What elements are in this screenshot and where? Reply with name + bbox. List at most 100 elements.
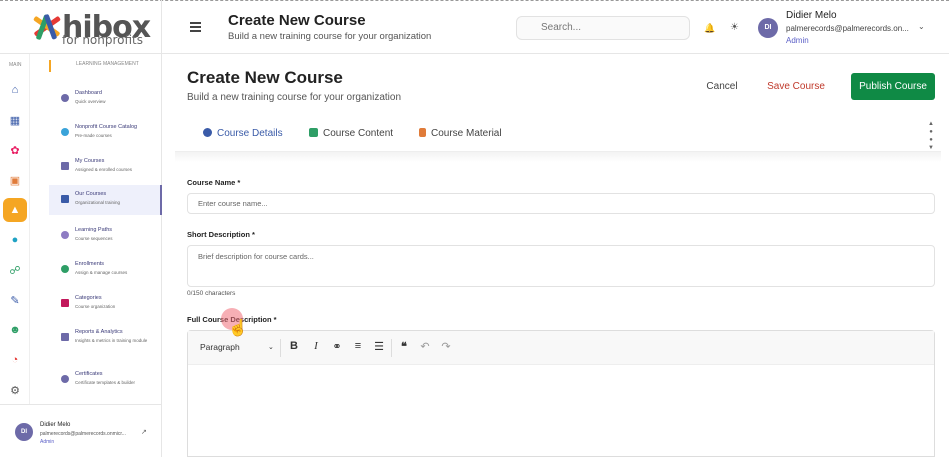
- page-title: Create New Course: [187, 68, 343, 87]
- book-icon: [61, 162, 69, 170]
- circle-icon[interactable]: ●: [3, 228, 27, 252]
- format-select[interactable]: Paragraph: [200, 342, 240, 352]
- publish-button[interactable]: Publish Course: [851, 73, 935, 100]
- path-icon: [61, 231, 69, 239]
- short-description-input[interactable]: Brief description for course cards...: [187, 245, 935, 287]
- user-role: Admin: [786, 36, 809, 45]
- sidebar-item-my-courses[interactable]: My Courses Assigned & enrolled courses: [49, 152, 162, 182]
- form-icon[interactable]: ✎: [3, 288, 27, 312]
- cursor-hand-icon: ☝: [228, 320, 248, 337]
- tab-bar: Course Details Course Content Course Mat…: [175, 114, 941, 152]
- avatar[interactable]: DI: [15, 423, 33, 441]
- avatar[interactable]: DI: [758, 18, 778, 38]
- scrollbar[interactable]: ▲ ● ● ▼: [927, 120, 935, 152]
- pie-icon[interactable]: ◔: [3, 348, 27, 372]
- character-counter: 0/150 characters: [187, 290, 236, 297]
- sidebar-item-sub: Assigned & enrolled courses: [75, 167, 133, 172]
- sidebar-item-sub: Insights & metrics in training module: [75, 338, 148, 343]
- main-content: Create New Course Build a new training c…: [163, 54, 949, 457]
- sidebar-item-label: Enrollments: [75, 261, 105, 267]
- sidebar-item-catalog[interactable]: Nonprofit Course Catalog Pre-made course…: [49, 118, 162, 148]
- header-title: Create New Course: [228, 12, 366, 29]
- course-name-placeholder: Enter course name...: [198, 199, 268, 208]
- paint-icon[interactable]: ✿: [3, 138, 27, 162]
- course-name-label: Course Name *: [187, 178, 241, 187]
- sidebar-user-email: palmerecords@palmerecords.onmicr...: [40, 431, 126, 437]
- save-button[interactable]: Save Course: [761, 74, 831, 100]
- link-icon[interactable]: ⚭: [329, 340, 345, 353]
- tab-course-content[interactable]: Course Content: [309, 128, 393, 139]
- sidebar-item-reports[interactable]: Reports & Analytics Insights & metrics i…: [49, 323, 162, 357]
- app-root: hibox for nonprofits Create New Course B…: [0, 0, 949, 457]
- sidebar: MAIN ⌂ ▦ ✿ ▣ ▲ ● ☍ ✎ ☻ ◔ ⚙ LEARNING MANA…: [0, 54, 162, 457]
- undo-icon[interactable]: ↶: [417, 340, 433, 353]
- bulleted-list-icon[interactable]: ≡: [350, 340, 366, 352]
- redo-icon[interactable]: ↷: [438, 340, 454, 353]
- tab-label: Course Material: [431, 128, 502, 139]
- section-marker: [49, 60, 51, 72]
- sidebar-item-label: Learning Paths: [75, 227, 112, 233]
- people-icon[interactable]: ☻: [3, 318, 27, 342]
- short-description-placeholder: Brief description for course cards...: [198, 252, 314, 261]
- menu-icon[interactable]: [190, 22, 201, 32]
- quote-icon[interactable]: ❝: [396, 340, 412, 353]
- people-icon: [61, 265, 69, 273]
- tab-label: Course Content: [323, 128, 394, 139]
- sidebar-item-sub: Quick overview: [75, 99, 106, 104]
- page-subtitle: Build a new training course for your org…: [187, 92, 402, 103]
- folder-icon: [61, 299, 69, 307]
- bold-icon[interactable]: B: [286, 340, 302, 352]
- sidebar-item-categories[interactable]: Categories Course organization: [49, 289, 162, 319]
- chevron-down-icon[interactable]: ⌄: [918, 22, 925, 31]
- search-input[interactable]: Search...: [516, 16, 690, 40]
- logo[interactable]: hibox for nonprofits: [0, 0, 162, 54]
- catalog-icon: [61, 128, 69, 136]
- flow-icon[interactable]: ☍: [3, 258, 27, 282]
- sidebar-item-sub: Pre-made courses: [75, 133, 112, 138]
- sidebar-user: DI Didier Melo palmerecords@palmerecords…: [0, 404, 162, 457]
- certificate-icon: [61, 375, 69, 383]
- sidebar-item-label: Nonprofit Course Catalog: [75, 124, 138, 130]
- toolbar-separator: [280, 339, 281, 357]
- toolbar-separator: [391, 339, 392, 357]
- tab-course-material[interactable]: Course Material: [419, 128, 502, 139]
- cap-icon[interactable]: ▲: [3, 198, 27, 222]
- sidebar-item-label: My Courses: [75, 158, 105, 164]
- section-label: LEARNING MANAGEMENT: [76, 61, 139, 67]
- cancel-button[interactable]: Cancel: [693, 74, 751, 100]
- editor-toolbar: Paragraph ⌄ B I ⚭ ≡ ☰ ❝ ↶ ↷: [188, 331, 934, 365]
- sidebar-user-name: Didier Melo: [40, 422, 71, 428]
- italic-icon[interactable]: I: [308, 340, 324, 352]
- sidebar-item-sub: Organizational training: [75, 200, 121, 205]
- sidebar-item-dashboard[interactable]: Dashboard Quick overview: [49, 84, 162, 114]
- rich-text-editor[interactable]: Paragraph ⌄ B I ⚭ ≡ ☰ ❝ ↶ ↷: [187, 330, 935, 457]
- sidebar-item-sub: Course sequences: [75, 236, 113, 241]
- sidebar-user-role: Admin: [40, 439, 55, 445]
- tab-course-details[interactable]: Course Details: [203, 128, 283, 139]
- external-link-icon[interactable]: ↗: [141, 428, 147, 436]
- theme-toggle-icon[interactable]: ☀: [730, 22, 739, 33]
- bell-icon[interactable]: 🔔: [704, 23, 715, 34]
- course-name-input[interactable]: Enter course name...: [187, 193, 935, 214]
- sidebar-item-enrollments[interactable]: Enrollments Assign & manage courses: [49, 255, 162, 285]
- sidebar-item-sub: Course organization: [75, 304, 116, 309]
- sidebar-item-label: Our Courses: [75, 191, 107, 197]
- sidebar-item-our-courses[interactable]: Our Courses Organizational training: [49, 185, 162, 215]
- sidebar-item-label: Reports & Analytics: [75, 329, 123, 335]
- sidebar-item-learning-paths[interactable]: Learning Paths Course sequences: [49, 221, 162, 251]
- sidebar-item-label: Certificates: [75, 371, 103, 377]
- header-subtitle: Build a new training course for your org…: [228, 31, 432, 42]
- rail-label: MAIN: [9, 62, 22, 68]
- chevron-down-icon[interactable]: ⌄: [268, 343, 274, 351]
- home-icon[interactable]: ⌂: [3, 78, 27, 102]
- sidebar-item-certificates[interactable]: Certificates Certificate templates & bui…: [49, 365, 162, 395]
- user-name: Didier Melo: [786, 10, 837, 21]
- numbered-list-icon[interactable]: ☰: [371, 340, 387, 353]
- sidebar-item-sub: Assign & manage courses: [75, 270, 128, 275]
- book-icon[interactable]: ▣: [3, 168, 27, 192]
- icon-rail: MAIN ⌂ ▦ ✿ ▣ ▲ ● ☍ ✎ ☻ ◔ ⚙: [0, 54, 30, 404]
- gear-icon[interactable]: ⚙: [3, 378, 27, 402]
- cap-icon: [61, 195, 69, 203]
- dashboard-icon: [61, 94, 69, 102]
- org-chart-icon[interactable]: ▦: [3, 108, 27, 132]
